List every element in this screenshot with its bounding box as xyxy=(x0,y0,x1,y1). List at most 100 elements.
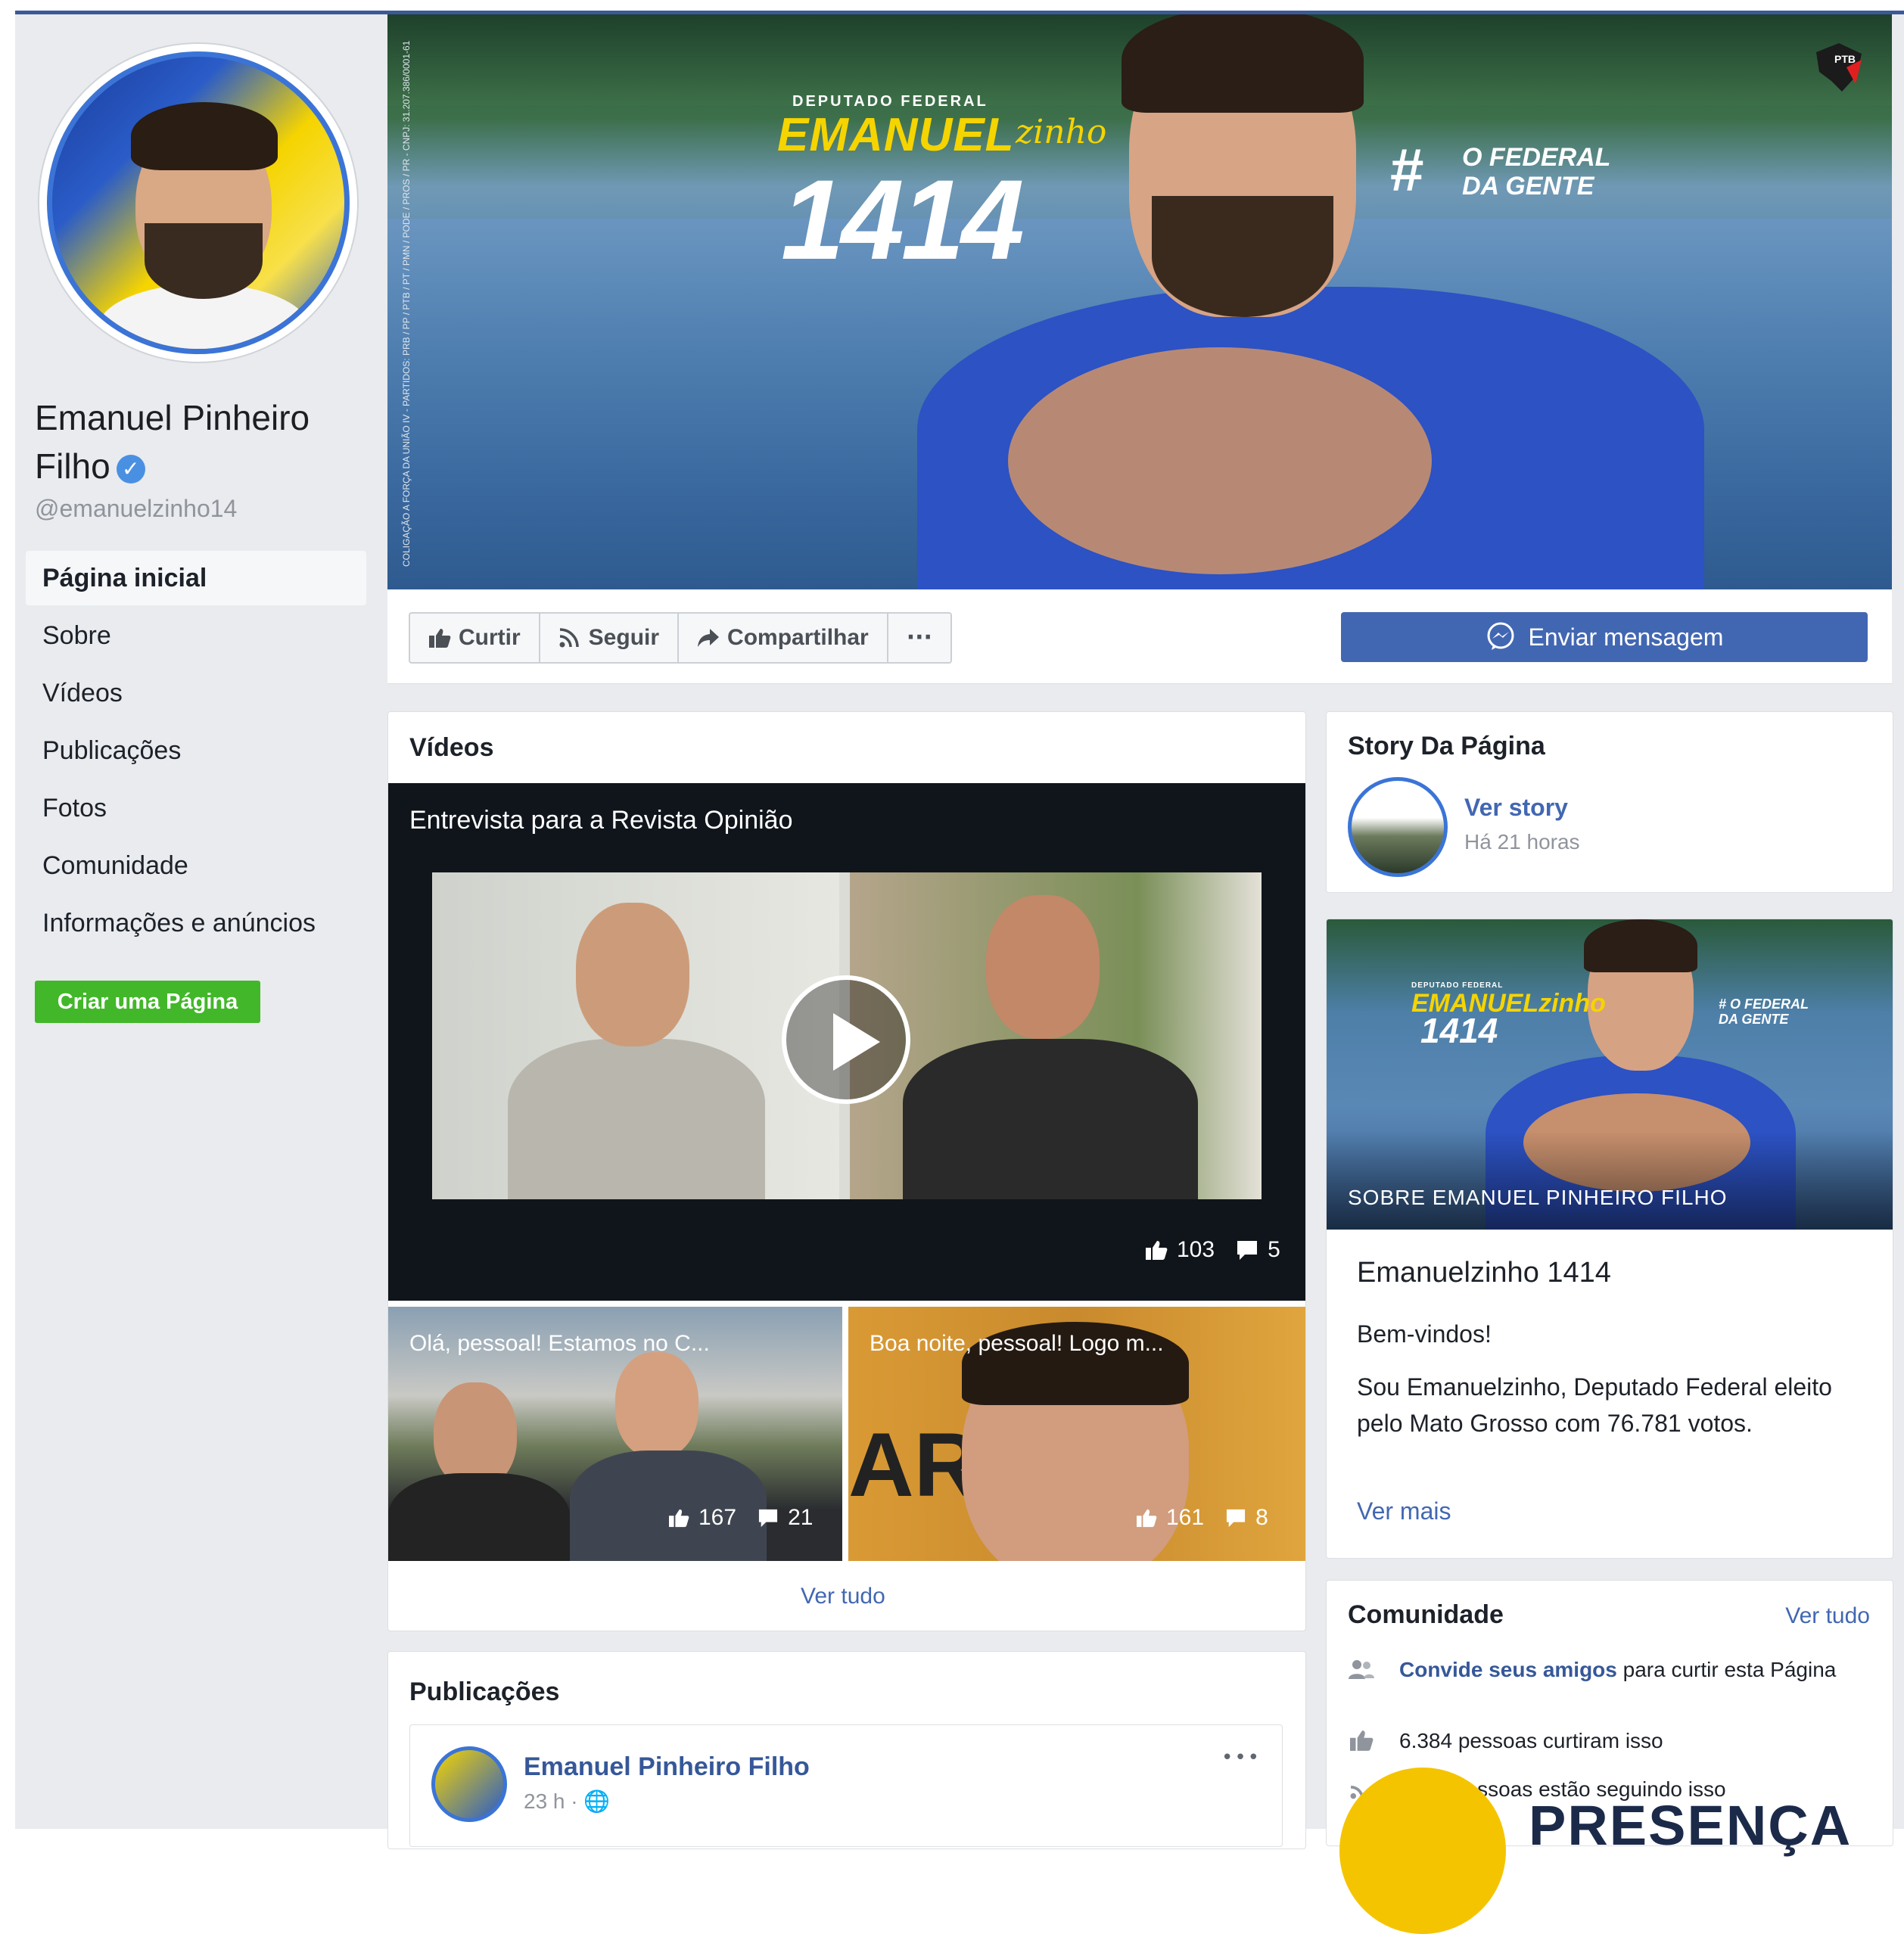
featured-video-comments: 5 xyxy=(1268,1237,1280,1262)
page-title-line1: Emanuel Pinheiro xyxy=(35,398,310,437)
watermark-logo-icon xyxy=(1339,1768,1506,1934)
about-description: Sou Emanuelzinho, Deputado Federal eleit… xyxy=(1357,1373,1832,1437)
cover-legal-text: COLIGAÇÃO A FORÇA DA UNIÃO IV - PARTIDOS… xyxy=(401,40,412,567)
send-message-button[interactable]: Enviar mensagem xyxy=(1341,612,1868,662)
follow-button-label: Seguir xyxy=(588,625,660,650)
posts-card: Publicações Emanuel Pinheiro Filho 23 h … xyxy=(387,1651,1306,1849)
comment-count-icon xyxy=(1226,1509,1246,1528)
cover-photo[interactable]: COLIGAÇÃO A FORÇA DA UNIÃO IV - PARTIDOS… xyxy=(387,14,1892,589)
story-card: Story Da Página Ver story Há 21 horas xyxy=(1326,711,1893,893)
sidebar-item-about[interactable]: Sobre xyxy=(26,608,366,663)
video-thumbnail-2-title: Boa noite, pessoal! Logo m... xyxy=(870,1331,1164,1356)
videos-see-all-link[interactable]: Ver tudo xyxy=(801,1584,885,1609)
video-thumbnail-1-comments: 21 xyxy=(788,1505,814,1530)
featured-video-title: Entrevista para a Revista Opinião xyxy=(409,806,793,835)
comment-count-icon xyxy=(758,1509,778,1528)
rss-follow-icon xyxy=(559,628,579,648)
sidebar-item-videos[interactable]: Vídeos xyxy=(26,666,366,720)
about-cover-image[interactable]: DEPUTADO FEDERAL EMANUELzinho 1414 # O F… xyxy=(1327,919,1893,1230)
cover-name-script: zinho xyxy=(1016,113,1107,151)
more-dots-icon: ··· xyxy=(906,624,932,651)
sidebar-item-community[interactable]: Comunidade xyxy=(26,838,366,893)
sidebar-item-posts[interactable]: Publicações xyxy=(26,723,366,778)
profile-avatar-image xyxy=(47,51,350,354)
sidebar-item-info-ads[interactable]: Informações e anúncios xyxy=(26,896,366,950)
sidebar-item-home[interactable]: Página inicial xyxy=(26,551,366,605)
community-card-title: Comunidade xyxy=(1348,1600,1504,1629)
video-thumbnail-1-title: Olá, pessoal! Estamos no C... xyxy=(409,1331,710,1356)
share-button-label: Compartilhar xyxy=(727,625,869,650)
about-heading: Emanuelzinho 1414 xyxy=(1357,1257,1611,1289)
post-author-name[interactable]: Emanuel Pinheiro Filho xyxy=(524,1752,810,1782)
comment-count-icon xyxy=(1237,1241,1258,1260)
story-card-title: Story Da Página xyxy=(1348,732,1545,760)
cover-tagline-2: DA GENTE xyxy=(1462,172,1594,201)
story-thumbnail[interactable] xyxy=(1348,777,1448,877)
featured-video-stats: 103 5 xyxy=(1145,1237,1280,1263)
video-thumbnail-2-likes: 161 xyxy=(1166,1505,1205,1530)
about-greeting: Bem-vindos! xyxy=(1357,1320,1492,1348)
community-invite-row: Convide seus amigos para curtir esta Pág… xyxy=(1348,1656,1870,1684)
follow-button[interactable]: Seguir xyxy=(540,614,680,662)
likes-count-icon xyxy=(1350,1730,1374,1751)
community-likes-row: 6.384 pessoas curtiram isso xyxy=(1348,1727,1663,1755)
messenger-icon xyxy=(1487,622,1514,650)
post-options-icon[interactable]: ••• xyxy=(1221,1746,1261,1769)
about-image-tagline-2: DA GENTE xyxy=(1719,1012,1789,1027)
about-image-tagline: # O FEDERAL DA GENTE xyxy=(1719,997,1809,1027)
story-time: Há 21 horas xyxy=(1464,830,1580,854)
community-see-all-link[interactable]: Ver tudo xyxy=(1785,1603,1870,1629)
cover-number: 1414 xyxy=(781,156,1025,283)
play-icon[interactable] xyxy=(782,975,910,1104)
like-count-icon xyxy=(1146,1241,1168,1260)
send-message-label: Enviar mensagem xyxy=(1528,623,1724,651)
page-handle[interactable]: @emanuelzinho14 xyxy=(35,495,237,523)
video-thumbnail-1-stats: 167 21 xyxy=(668,1505,813,1531)
like-count-icon xyxy=(669,1509,689,1528)
video-thumbnail-2[interactable]: AR Boa noite, pessoal! Logo m... 161 8 xyxy=(848,1307,1305,1561)
party-logo-icon: PTB xyxy=(1816,43,1862,92)
create-page-button[interactable]: Criar uma Página xyxy=(35,981,260,1023)
video-thumbnail-2-comments: 8 xyxy=(1255,1505,1268,1530)
like-button[interactable]: Curtir xyxy=(410,614,540,662)
community-likes-text: 6.384 pessoas curtiram isso xyxy=(1399,1729,1663,1752)
videos-card: Vídeos Entrevista para a Revista Opinião… xyxy=(387,711,1306,1631)
like-count-icon xyxy=(1137,1509,1157,1528)
watermark-text: PRESENÇA xyxy=(1529,1794,1853,1857)
video-thumbnail-1-likes: 167 xyxy=(698,1505,737,1530)
cover-tagline-1: O FEDERAL xyxy=(1462,143,1611,172)
video-thumbnail-1[interactable]: Olá, pessoal! Estamos no C... 167 21 xyxy=(388,1307,842,1561)
invite-friends-icon xyxy=(1349,1660,1374,1679)
page-action-bar: Curtir Seguir Compartilhar ··· Enviar me… xyxy=(387,589,1892,684)
invite-friends-link[interactable]: Convide seus amigos xyxy=(1399,1658,1617,1681)
post-author-avatar[interactable] xyxy=(431,1746,507,1822)
thumbs-up-icon xyxy=(429,629,451,648)
page-title[interactable]: Emanuel Pinheiro Filho ✓ xyxy=(35,393,353,490)
cover-hashtag: # xyxy=(1390,136,1424,204)
about-card: DEPUTADO FEDERAL EMANUELzinho 1414 # O F… xyxy=(1326,919,1893,1559)
view-story-link[interactable]: Ver story xyxy=(1464,794,1568,822)
about-image-number: 1414 xyxy=(1420,1011,1498,1050)
sidebar-item-photos[interactable]: Fotos xyxy=(26,781,366,835)
videos-card-title: Vídeos xyxy=(409,733,494,762)
share-arrow-icon xyxy=(698,629,720,647)
sidebar-nav: Página inicial Sobre Vídeos Publicações … xyxy=(26,551,366,953)
post-timestamp[interactable]: 23 h · xyxy=(524,1789,583,1813)
featured-video-likes: 103 xyxy=(1177,1237,1215,1262)
like-button-label: Curtir xyxy=(459,625,521,650)
cover-tagline: O FEDERAL DA GENTE xyxy=(1462,143,1610,201)
about-image-tagline-1: # O FEDERAL xyxy=(1719,997,1809,1012)
featured-video[interactable]: Entrevista para a Revista Opinião 103 5 xyxy=(388,783,1305,1301)
verified-badge-icon: ✓ xyxy=(116,454,145,484)
invite-friends-text: para curtir esta Página xyxy=(1616,1658,1837,1681)
video-thumbnail-2-stats: 161 8 xyxy=(1136,1505,1268,1531)
globe-icon: 🌐 xyxy=(583,1789,611,1814)
about-image-caption: SOBRE EMANUEL PINHEIRO FILHO xyxy=(1348,1186,1728,1209)
page-title-line2: Filho xyxy=(35,446,110,486)
share-button[interactable]: Compartilhar xyxy=(679,614,888,662)
more-options-button[interactable]: ··· xyxy=(888,614,950,662)
page-actions-group: Curtir Seguir Compartilhar ··· xyxy=(409,612,952,664)
profile-avatar[interactable] xyxy=(39,44,357,362)
party-logo-text: PTB xyxy=(1834,53,1856,65)
about-see-more-link[interactable]: Ver mais xyxy=(1357,1497,1451,1525)
